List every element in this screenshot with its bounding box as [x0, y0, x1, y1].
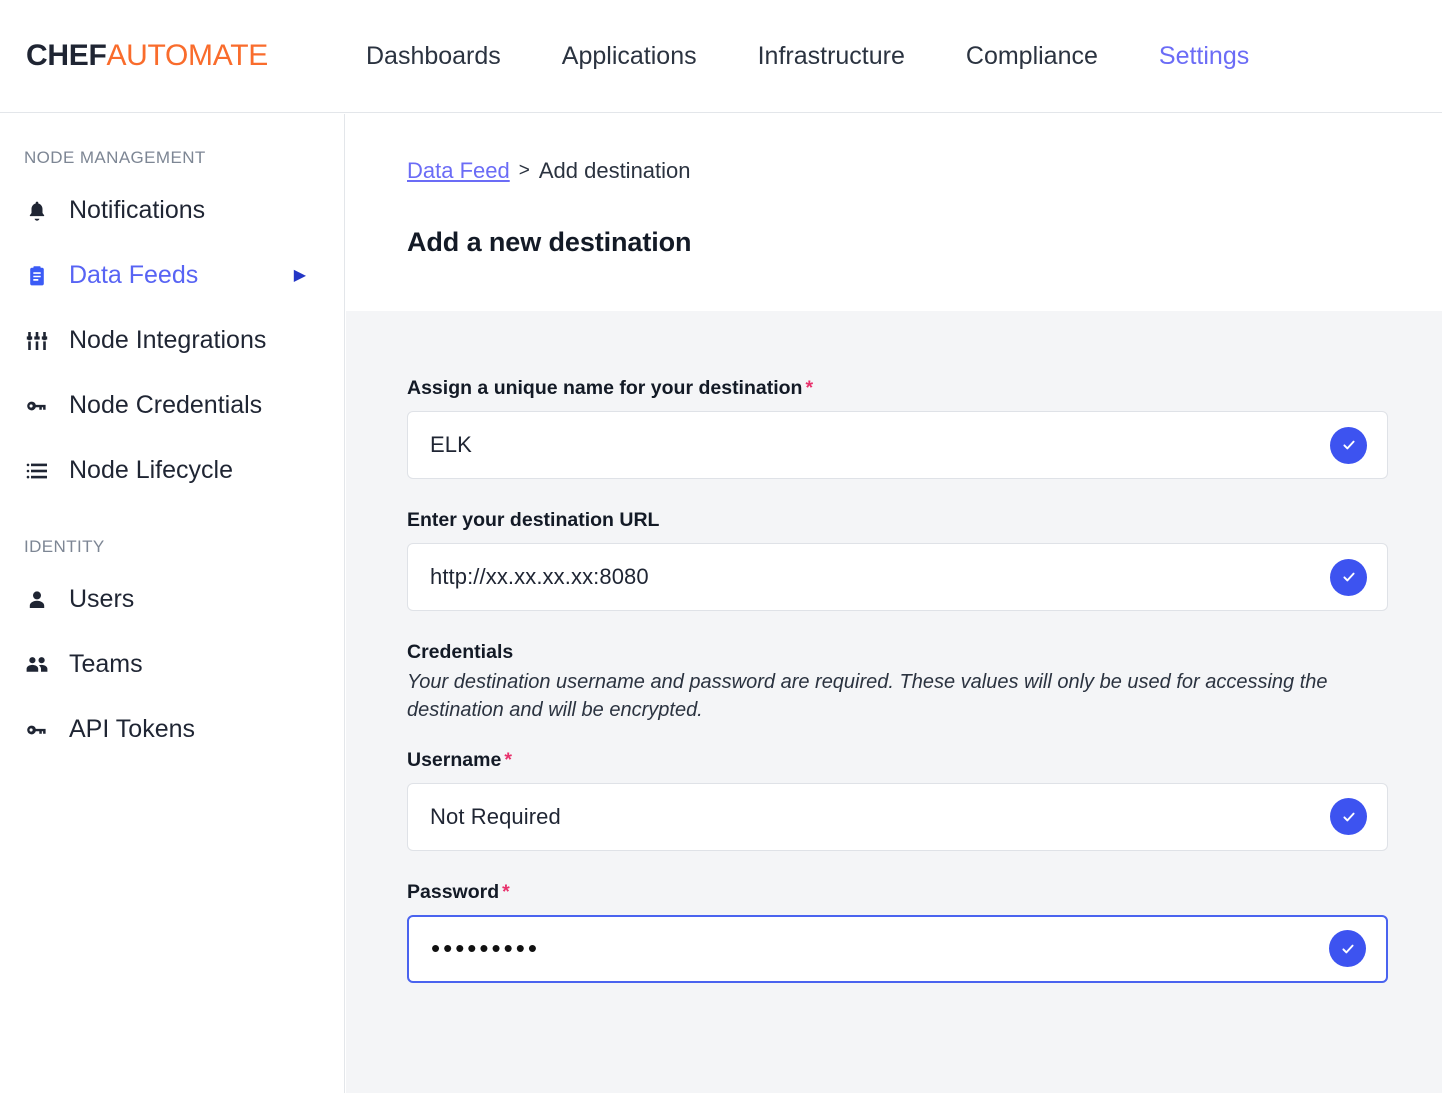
key-icon — [22, 715, 52, 745]
spacer — [407, 725, 1388, 749]
username-label: Username* — [407, 749, 1388, 772]
key-icon — [22, 391, 52, 421]
users-icon — [22, 650, 52, 680]
destination-url-label: Enter your destination URL — [407, 509, 1388, 532]
spacer — [407, 479, 1388, 509]
sidebar-item-notifications[interactable]: Notifications — [0, 178, 344, 243]
sidebar-item-label: Node Lifecycle — [69, 456, 233, 485]
nav-item-compliance[interactable]: Compliance — [966, 42, 1098, 71]
logo-automate-text: AUTOMATE — [106, 39, 268, 72]
breadcrumb-current: Add destination — [539, 158, 691, 184]
sidebar-item-node-lifecycle[interactable]: Node Lifecycle — [0, 438, 344, 503]
password-label: Password* — [407, 881, 1388, 904]
sidebar-item-node-integrations[interactable]: Node Integrations — [0, 308, 344, 373]
valid-check-icon — [1330, 427, 1367, 464]
breadcrumb-link-data-feed[interactable]: Data Feed — [407, 158, 510, 184]
sidebar-item-label: Teams — [69, 650, 143, 679]
page-header: Data Feed > Add destination Add a new de… — [346, 114, 1442, 311]
logo-chef-text: CHEF — [26, 39, 106, 72]
sidebar-item-label: Notifications — [69, 196, 205, 225]
destination-url-input[interactable]: http://xx.xx.xx.xx:8080 — [407, 543, 1388, 611]
sidebar-section-title-node-management: NODE MANAGEMENT — [24, 148, 344, 168]
sidebar-item-users[interactable]: Users — [0, 567, 344, 632]
nav-item-dashboards[interactable]: Dashboards — [366, 42, 501, 71]
destination-name-value: ELK — [430, 432, 472, 458]
top-navigation-bar: CHEFAUTOMATE Dashboards Applications Inf… — [0, 0, 1442, 113]
credentials-section: Credentials Your destination username an… — [407, 641, 1388, 725]
nav-item-settings[interactable]: Settings — [1159, 42, 1249, 71]
sidebar-item-label: Node Integrations — [69, 326, 266, 355]
nav-item-infrastructure[interactable]: Infrastructure — [758, 42, 905, 71]
sidebar-item-label: Data Feeds — [69, 261, 198, 290]
credentials-description: Your destination username and password a… — [407, 668, 1367, 725]
page-title: Add a new destination — [407, 227, 1442, 258]
username-field-group: Username* Not Required — [407, 749, 1388, 851]
sliders-icon — [22, 326, 52, 356]
destination-url-field-group: Enter your destination URL http://xx.xx.… — [407, 509, 1388, 611]
breadcrumb-separator-icon: > — [519, 160, 530, 182]
sidebar-item-teams[interactable]: Teams — [0, 632, 344, 697]
primary-nav: Dashboards Applications Infrastructure C… — [366, 42, 1249, 71]
destination-url-value: http://xx.xx.xx.xx:8080 — [430, 564, 649, 590]
required-marker: * — [502, 881, 510, 903]
label-text: Username — [407, 749, 501, 771]
password-field-group: Password* ••••••••• — [407, 881, 1388, 983]
label-text: Enter your destination URL — [407, 509, 659, 531]
destination-name-field-group: Assign a unique name for your destinatio… — [407, 377, 1388, 479]
valid-check-icon — [1330, 559, 1367, 596]
spacer — [407, 851, 1388, 881]
username-input[interactable]: Not Required — [407, 783, 1388, 851]
sidebar-item-label: API Tokens — [69, 715, 195, 744]
username-value: Not Required — [430, 804, 561, 830]
clipboard-icon — [22, 261, 52, 291]
label-text: Assign a unique name for your destinatio… — [407, 377, 802, 399]
destination-name-input[interactable]: ELK — [407, 411, 1388, 479]
required-marker: * — [805, 377, 813, 399]
user-icon — [22, 585, 52, 615]
label-text: Password — [407, 881, 499, 903]
sidebar-item-data-feeds[interactable]: Data Feeds ▶ — [0, 243, 344, 308]
sidebar-item-api-tokens[interactable]: API Tokens — [0, 697, 344, 762]
chevron-right-icon: ▶ — [294, 268, 306, 284]
settings-sidebar: NODE MANAGEMENT Notifications Data Feeds… — [0, 114, 345, 1093]
sidebar-item-node-credentials[interactable]: Node Credentials — [0, 373, 344, 438]
app-logo[interactable]: CHEFAUTOMATE — [26, 39, 268, 73]
breadcrumb: Data Feed > Add destination — [407, 158, 1442, 184]
add-destination-form: Assign a unique name for your destinatio… — [346, 311, 1442, 1093]
credentials-title: Credentials — [407, 641, 1388, 664]
sidebar-item-label: Users — [69, 585, 134, 614]
main-content: Data Feed > Add destination Add a new de… — [346, 114, 1442, 1093]
password-value: ••••••••• — [431, 933, 540, 964]
valid-check-icon — [1329, 930, 1366, 967]
required-marker: * — [504, 749, 512, 771]
bell-icon — [22, 196, 52, 226]
destination-name-label: Assign a unique name for your destinatio… — [407, 377, 1388, 400]
sidebar-section-title-identity: IDENTITY — [24, 537, 344, 557]
list-icon — [22, 456, 52, 486]
valid-check-icon — [1330, 798, 1367, 835]
nav-item-applications[interactable]: Applications — [562, 42, 697, 71]
sidebar-item-label: Node Credentials — [69, 391, 262, 420]
password-input[interactable]: ••••••••• — [407, 915, 1388, 983]
